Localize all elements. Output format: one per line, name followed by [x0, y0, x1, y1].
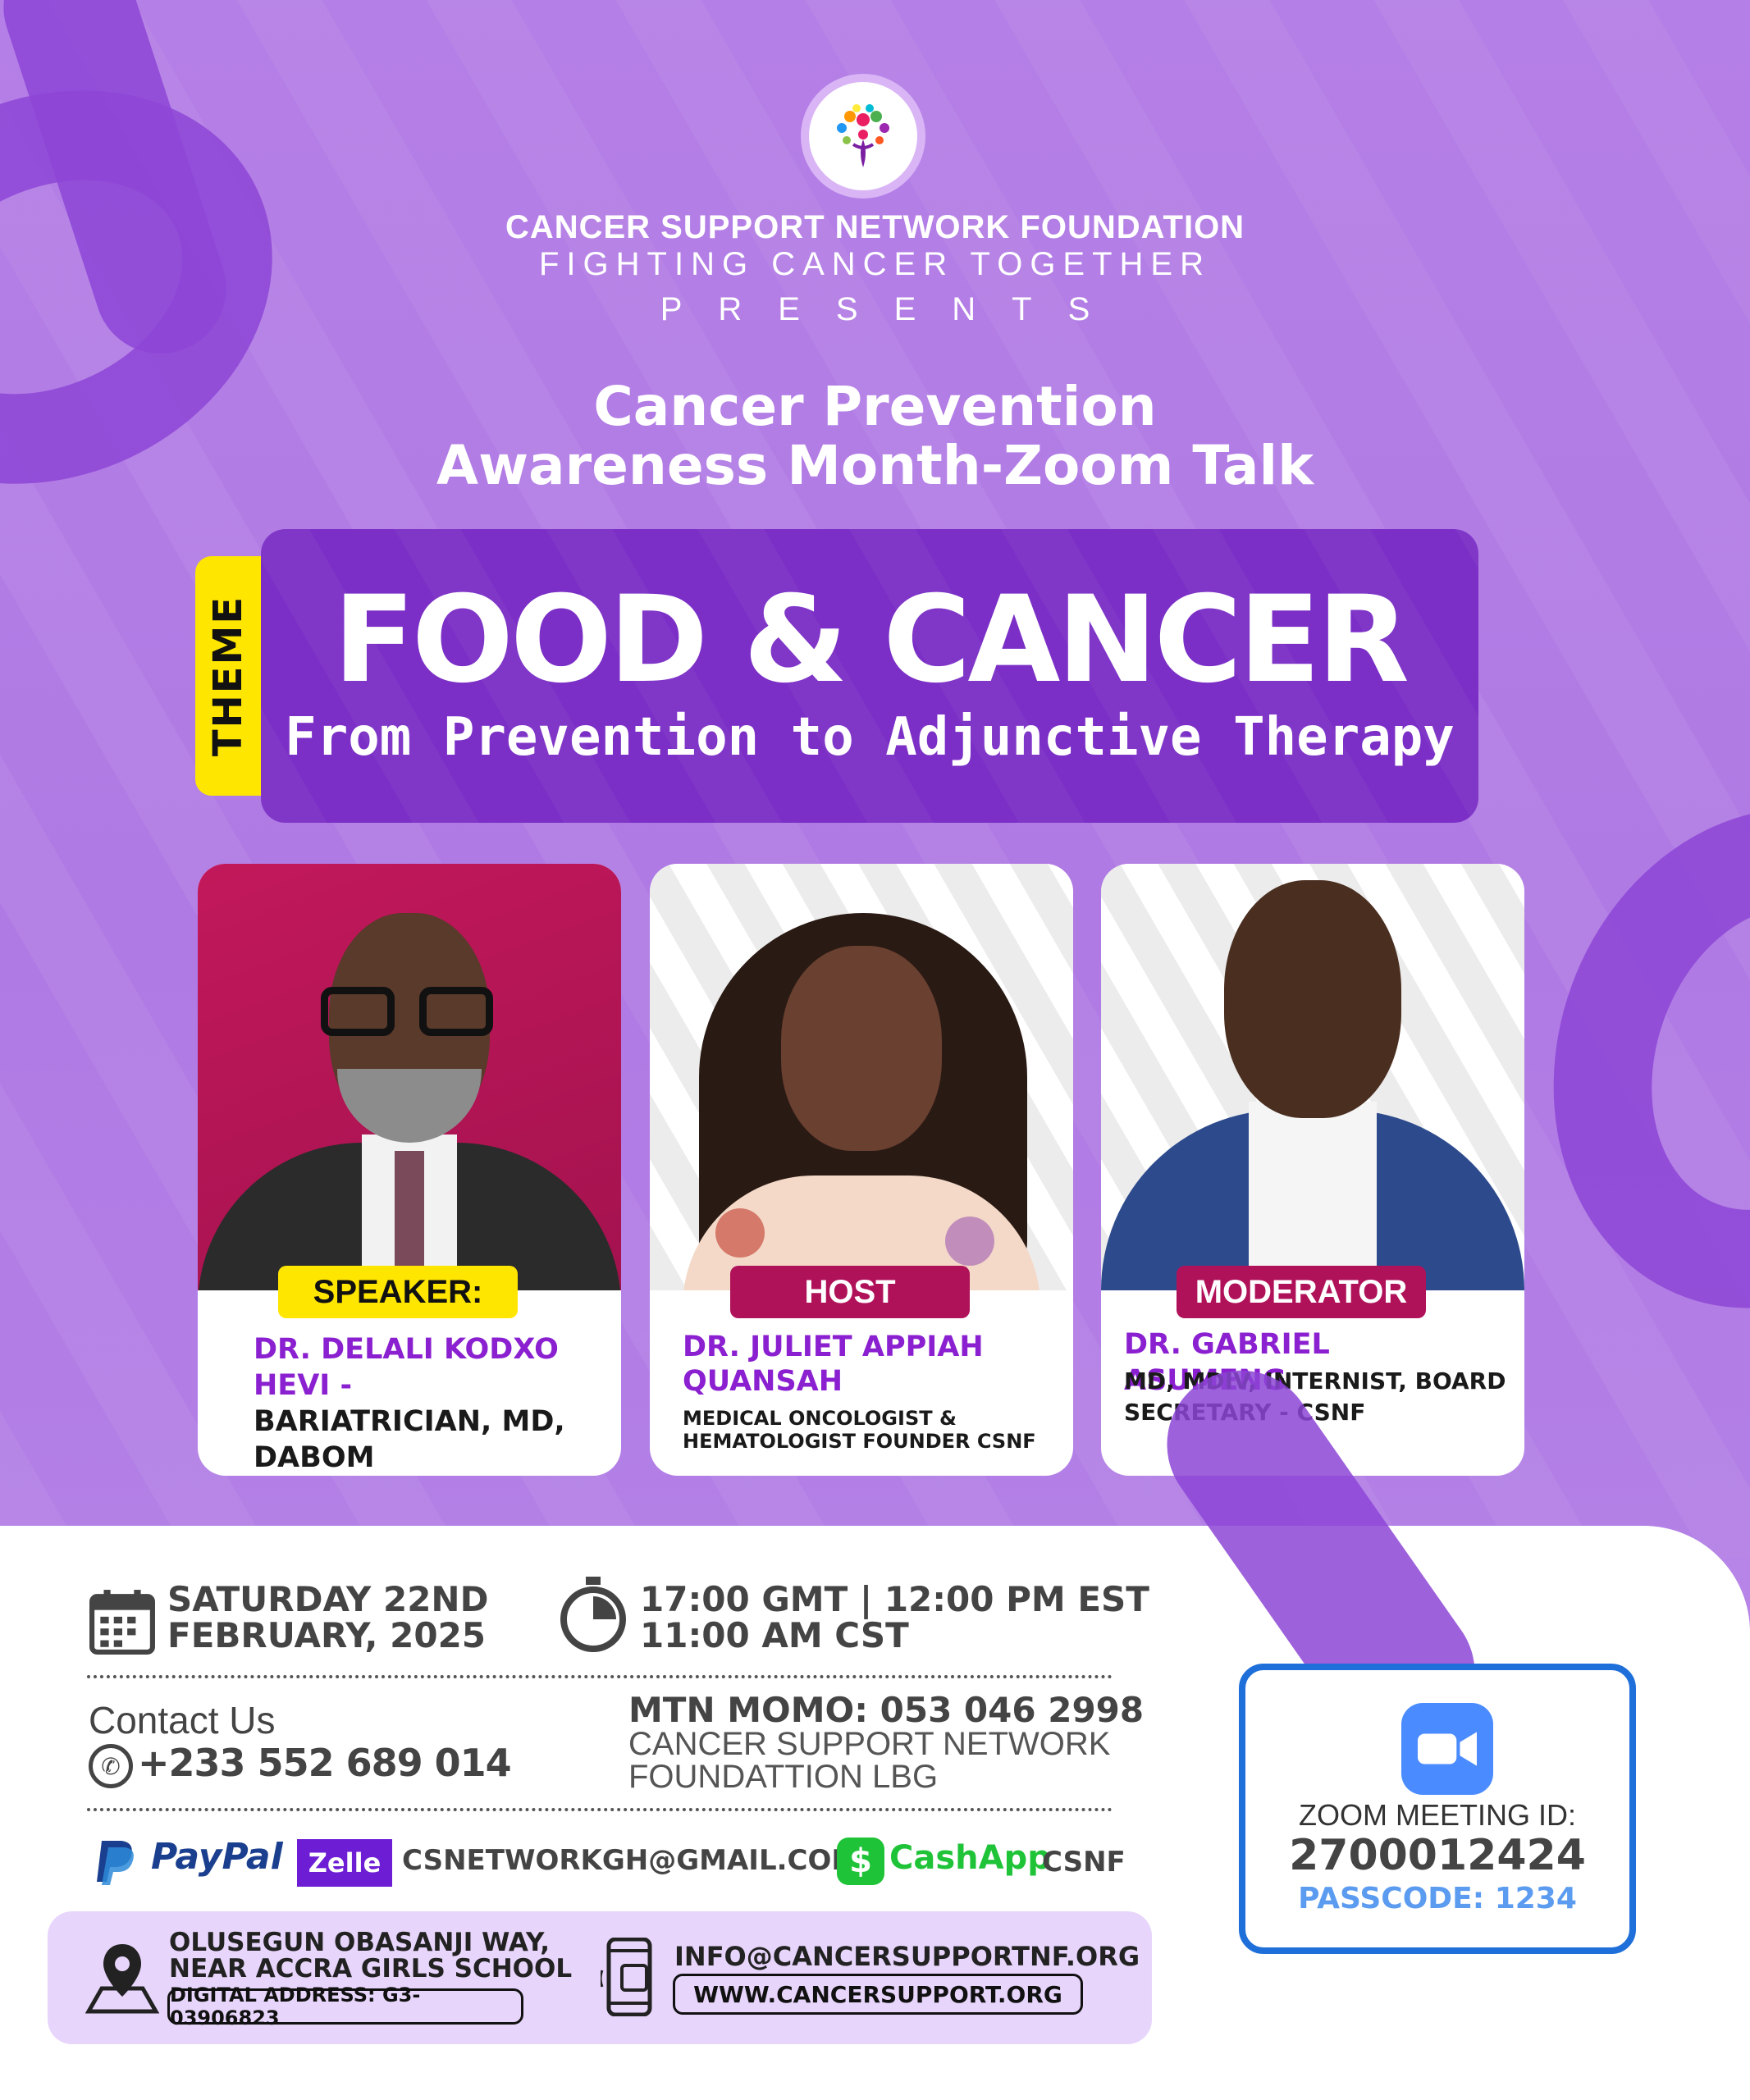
theme-subtitle: From Prevention to Adjunctive Therapy — [285, 707, 1455, 768]
phone-icon: ✆ — [89, 1744, 133, 1788]
speaker-title: BARIATRICIAN, MD, DABOM — [254, 1405, 565, 1474]
zoom-passcode: PASSCODE: 1234 — [1298, 1882, 1577, 1915]
speaker-photo — [198, 864, 621, 1290]
momo-name-line2: FOUNDATTION LBG — [628, 1759, 939, 1795]
theme-title: FOOD & CANCER — [333, 570, 1410, 710]
contact-phone[interactable]: +233 552 689 014 — [138, 1741, 512, 1785]
tagline: FIGHTING CANCER TOGETHER — [538, 246, 1211, 282]
logo-tree-icon — [801, 74, 925, 199]
event-title-line1: Cancer Prevention — [593, 375, 1157, 438]
cashapp-icon: $ — [837, 1838, 884, 1885]
digital-address: DIGITAL ADDRESS: G3-03906823 — [167, 1984, 523, 2029]
momo-number: MTN MOMO: 053 046 2998 — [628, 1690, 1145, 1730]
momo-account-name: CANCER SUPPORT NETWORK FOUNDATTION LBG — [628, 1728, 1110, 1793]
host-role-badge: HOST — [730, 1266, 970, 1318]
contact-label: Contact Us — [89, 1699, 276, 1742]
paypal-icon — [95, 1838, 138, 1885]
info-email[interactable]: INFO@CANCERSUPPORTNF.ORG — [674, 1941, 1140, 1972]
address-line1: OLUSEGUN OBASANJI WAY, — [169, 1928, 551, 1957]
org-name: CANCER SUPPORT NETWORK FOUNDATION — [505, 209, 1245, 245]
time-line1: 17:00 GMT | 12:00 PM EST — [640, 1579, 1149, 1619]
event-date: SATURDAY 22ND FEBRUARY, 2025 — [167, 1582, 488, 1654]
event-title: Cancer Prevention Awareness Month-Zoom T… — [0, 377, 1750, 495]
divider — [87, 1675, 1113, 1678]
event-time: 17:00 GMT | 12:00 PM EST 11:00 AM CST — [640, 1582, 1149, 1654]
zoom-meeting-id[interactable]: 2700012424 — [1245, 1831, 1629, 1880]
event-title-line2: Awareness Month-Zoom Talk — [436, 434, 1314, 497]
theme-tag-label: THEME — [205, 595, 252, 757]
speaker-name: DR. DELALI KODXO HEVI - — [254, 1333, 559, 1402]
host-name: DR. JULIET APPIAH QUANSAH — [683, 1331, 984, 1398]
zelle-icon: Zelle — [297, 1839, 392, 1887]
zoom-id-label: ZOOM MEETING ID: — [1299, 1798, 1576, 1832]
paypal-label: PayPal — [151, 1836, 283, 1878]
date-line1: SATURDAY 22ND — [167, 1579, 489, 1619]
mobile-phone-icon — [599, 1937, 663, 2017]
cashapp-tag: CSNF — [1042, 1846, 1126, 1879]
cashapp-label: CashApp — [889, 1839, 1051, 1877]
zoom-camera-icon — [1401, 1703, 1493, 1795]
host-card: HOST DR. JULIET APPIAH QUANSAH MEDICAL O… — [650, 864, 1073, 1476]
website[interactable]: WWW.CANCERSUPPORT.ORG — [673, 1974, 1083, 2015]
zelle-label: Zelle — [308, 1847, 382, 1879]
speaker-role-badge: SPEAKER: — [278, 1266, 518, 1318]
host-title: MEDICAL ONCOLOGIST & HEMATOLOGIST FOUNDE… — [683, 1407, 1036, 1453]
moderator-card: MODERATOR DR. GABRIEL ASUMENG MD, MDIV, … — [1101, 864, 1524, 1476]
moderator-photo — [1101, 864, 1524, 1290]
payment-email[interactable]: CSNETWORKGH@GMAIL.COM — [402, 1844, 859, 1877]
stopwatch-icon — [558, 1577, 628, 1654]
momo-name-line1: CANCER SUPPORT NETWORK — [628, 1726, 1111, 1762]
date-line2: FEBRUARY, 2025 — [167, 1615, 487, 1655]
speaker-card: SPEAKER: DR. DELALI KODXO HEVI - BARIATR… — [198, 864, 621, 1476]
address: OLUSEGUN OBASANJI WAY, NEAR ACCRA GIRLS … — [169, 1929, 572, 1982]
calendar-icon — [89, 1588, 156, 1655]
address-line2: NEAR ACCRA GIRLS SCHOOL — [169, 1954, 573, 1984]
theme-tag: THEME — [195, 556, 261, 796]
time-line2: 11:00 AM CST — [640, 1615, 909, 1655]
host-photo — [650, 864, 1073, 1290]
speaker-info: DR. DELALI KODXO HEVI - BARIATRICIAN, MD… — [254, 1331, 596, 1476]
divider — [87, 1808, 1113, 1811]
presents-text: PRESENTS — [660, 291, 1126, 327]
map-pin-icon — [85, 1941, 160, 2015]
zoom-info-box: ZOOM MEETING ID: 2700012424 PASSCODE: 12… — [1239, 1664, 1636, 1954]
moderator-role-badge: MODERATOR — [1177, 1266, 1426, 1318]
